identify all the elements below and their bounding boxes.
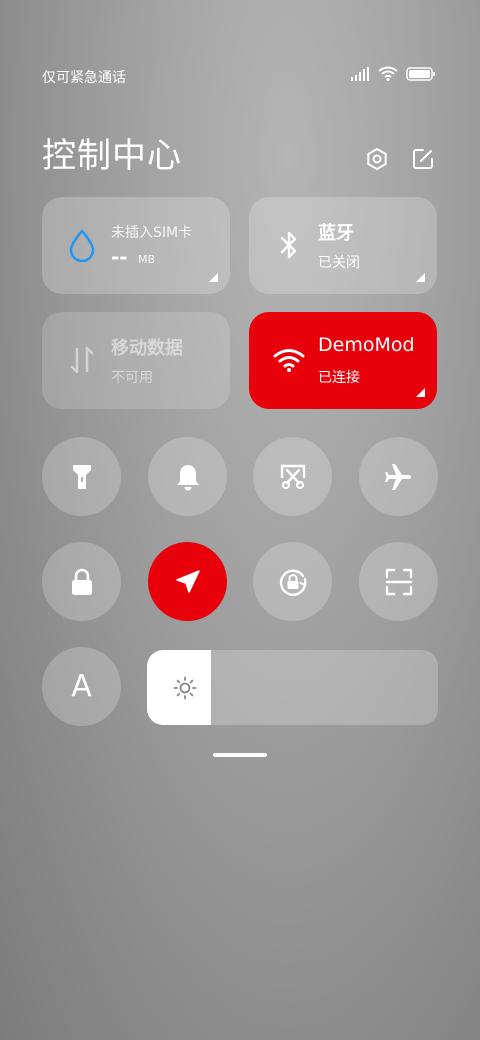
bell-icon: [176, 464, 199, 490]
tile-corner-indicator: [416, 273, 425, 282]
lock-icon: [71, 568, 92, 595]
scan-icon: [385, 568, 412, 595]
bluetooth-label: 蓝牙: [318, 223, 354, 244]
font-size-toggle[interactable]: A: [42, 647, 121, 726]
data-usage-tile[interactable]: 未插入SIM卡 -- MB: [42, 197, 230, 294]
bluetooth-icon: [271, 227, 307, 263]
sound-toggle[interactable]: [148, 437, 227, 516]
water-drop-icon: [64, 227, 100, 263]
brightness-slider[interactable]: [147, 650, 438, 725]
wifi-tile[interactable]: DemoMod 已连接: [249, 312, 437, 409]
scan-toggle[interactable]: [359, 542, 438, 621]
wifi-icon: [271, 342, 307, 378]
settings-icon[interactable]: [364, 146, 390, 172]
wifi-status: 已连接: [318, 370, 360, 386]
rotation-lock-toggle[interactable]: [253, 542, 332, 621]
data-arrows-icon: [64, 342, 100, 378]
sim-status-label: 未插入SIM卡: [111, 225, 193, 241]
screenshot-toggle[interactable]: [253, 437, 332, 516]
tile-corner-indicator: [416, 388, 425, 397]
tile-corner-indicator: [209, 273, 218, 282]
airplane-icon: [384, 463, 411, 490]
brightness-icon: [173, 676, 197, 700]
bluetooth-status: 已关闭: [318, 255, 360, 271]
flashlight-icon: [72, 464, 91, 489]
data-usage-value: --: [111, 245, 128, 269]
bluetooth-tile[interactable]: 蓝牙 已关闭: [249, 197, 437, 294]
airplane-toggle[interactable]: [359, 437, 438, 516]
signal-icon: [351, 66, 369, 81]
wifi-network-name: DemoMod: [318, 334, 415, 356]
lock-screen-toggle[interactable]: [42, 542, 121, 621]
rotation-lock-icon: [279, 569, 307, 596]
battery-icon: [406, 66, 435, 81]
wifi-icon: [378, 66, 398, 81]
screenshot-icon: [280, 464, 305, 489]
location-icon: [175, 569, 200, 593]
page-title: 控制中心: [42, 136, 182, 176]
status-carrier-text: 仅可紧急通话: [42, 70, 126, 86]
edit-icon[interactable]: [410, 146, 436, 172]
data-usage-unit: MB: [138, 253, 156, 266]
flashlight-toggle[interactable]: [42, 437, 121, 516]
mobile-data-status: 不可用: [111, 370, 153, 386]
location-toggle[interactable]: [148, 542, 227, 621]
status-icons: [350, 66, 436, 81]
home-indicator[interactable]: [213, 753, 267, 757]
mobile-data-tile[interactable]: 移动数据 不可用: [42, 312, 230, 409]
font-size-icon: A: [71, 669, 92, 704]
mobile-data-label: 移动数据: [111, 338, 183, 359]
